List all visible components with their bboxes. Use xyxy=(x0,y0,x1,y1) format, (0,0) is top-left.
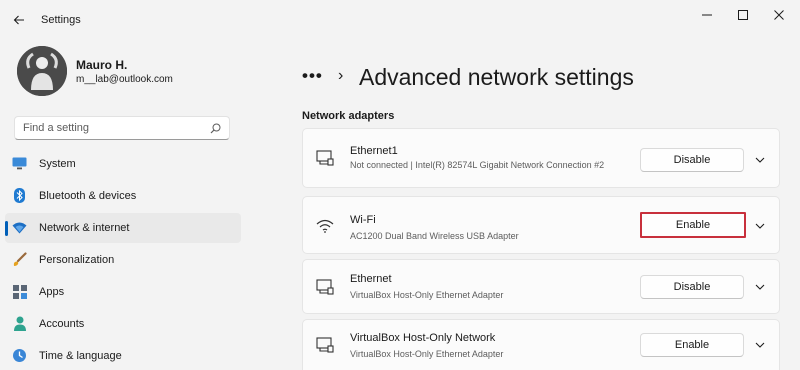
wifi-icon xyxy=(315,217,335,235)
adapter-card-ethernet[interactable]: Ethernet VirtualBox Host-Only Ethernet A… xyxy=(302,259,780,314)
clock-icon xyxy=(12,348,27,363)
sidebar-item-personalization[interactable]: Personalization xyxy=(5,245,241,275)
sidebar-item-label: Apps xyxy=(39,286,65,298)
sidebar-item-system[interactable]: System xyxy=(5,149,241,179)
avatar[interactable] xyxy=(17,46,67,96)
section-heading: Network adapters xyxy=(302,110,395,122)
title-bar: Settings xyxy=(0,0,800,38)
sidebar: Mauro H. m__lab@outlook.com System Bluet… xyxy=(0,38,245,370)
adapter-description: Not connected | Intel(R) 82574L Gigabit … xyxy=(350,160,605,170)
ethernet-icon xyxy=(315,149,335,167)
adapter-card-virtualbox-host-only-network[interactable]: VirtualBox Host-Only Network VirtualBox … xyxy=(302,319,780,370)
sidebar-item-label: Network & internet xyxy=(39,222,130,234)
chevron-down-icon[interactable] xyxy=(752,218,768,234)
adapter-description: AC1200 Dual Band Wireless USB Adapter xyxy=(350,231,519,241)
minimize-button[interactable] xyxy=(692,6,722,24)
close-button[interactable] xyxy=(764,6,794,24)
active-indicator xyxy=(5,221,8,236)
sidebar-item-accounts[interactable]: Accounts xyxy=(5,309,241,339)
user-name: Mauro H. xyxy=(76,58,128,72)
breadcrumb-separator: › xyxy=(338,67,344,84)
person-icon xyxy=(12,316,27,331)
sidebar-item-label: Accounts xyxy=(39,318,85,330)
close-icon xyxy=(774,10,784,20)
enable-button[interactable]: Enable xyxy=(640,212,746,238)
monitor-icon xyxy=(12,156,27,171)
brush-icon xyxy=(12,252,27,267)
maximize-icon xyxy=(738,10,748,20)
adapter-card-ethernet1[interactable]: Ethernet1 Not connected | Intel(R) 82574… xyxy=(302,128,780,188)
disable-button[interactable]: Disable xyxy=(640,148,744,172)
adapter-description: VirtualBox Host-Only Ethernet Adapter xyxy=(350,290,504,300)
adapter-name: VirtualBox Host-Only Network xyxy=(350,332,496,344)
adapter-name: Ethernet xyxy=(350,273,392,285)
sidebar-item-label: System xyxy=(39,158,76,170)
sidebar-item-label: Bluetooth & devices xyxy=(39,190,137,202)
adapter-name: Wi-Fi xyxy=(350,214,376,226)
adapter-name: Ethernet1 xyxy=(350,145,398,157)
adapter-card-wifi[interactable]: Wi-Fi AC1200 Dual Band Wireless USB Adap… xyxy=(302,196,780,254)
page-title: Advanced network settings xyxy=(359,64,634,90)
search-input[interactable] xyxy=(23,122,210,134)
minimize-icon xyxy=(702,14,712,16)
wifi-icon xyxy=(12,220,27,235)
sidebar-item-network-internet[interactable]: Network & internet xyxy=(5,213,241,243)
bluetooth-icon xyxy=(12,188,27,203)
chevron-down-icon[interactable] xyxy=(752,337,768,353)
ethernet-icon xyxy=(315,278,335,296)
enable-button[interactable]: Enable xyxy=(640,333,744,357)
back-button[interactable] xyxy=(8,9,30,31)
chevron-down-icon[interactable] xyxy=(752,152,768,168)
avatar-image xyxy=(17,46,67,96)
user-email: m__lab@outlook.com xyxy=(76,74,173,85)
sidebar-item-label: Personalization xyxy=(39,254,115,266)
sidebar-item-time-language[interactable]: Time & language xyxy=(5,341,241,370)
chevron-down-icon[interactable] xyxy=(752,279,768,295)
ethernet-icon xyxy=(315,336,335,354)
sidebar-item-label: Time & language xyxy=(39,350,122,362)
search-box xyxy=(14,116,230,140)
sidebar-item-bluetooth-devices[interactable]: Bluetooth & devices xyxy=(5,181,241,211)
apps-icon xyxy=(12,284,27,299)
breadcrumb-overflow-button[interactable]: ••• xyxy=(302,66,323,86)
arrow-left-icon xyxy=(13,15,24,25)
search-icon[interactable] xyxy=(210,123,221,134)
adapter-description: VirtualBox Host-Only Ethernet Adapter xyxy=(350,349,504,359)
sidebar-item-apps[interactable]: Apps xyxy=(5,277,241,307)
app-title: Settings xyxy=(41,14,81,26)
maximize-button[interactable] xyxy=(728,6,758,24)
main-content: ••• › Advanced network settings Network … xyxy=(245,38,800,370)
disable-button[interactable]: Disable xyxy=(640,275,744,299)
